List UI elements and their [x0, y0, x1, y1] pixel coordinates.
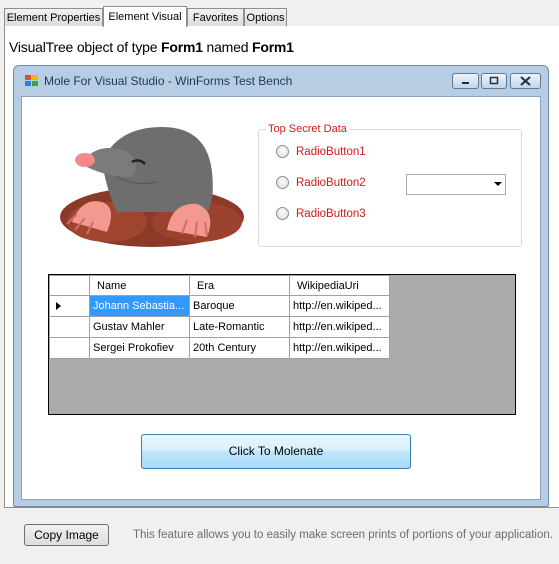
- current-row-icon: [56, 302, 61, 310]
- window-titlebar[interactable]: Mole For Visual Studio - WinForms Test B…: [14, 66, 548, 96]
- tab-options[interactable]: Options: [244, 8, 287, 27]
- close-button[interactable]: [510, 73, 541, 89]
- tab-label: Element Visual: [108, 11, 182, 23]
- window-title: Mole For Visual Studio - WinForms Test B…: [44, 74, 293, 88]
- radio-circle[interactable]: [276, 207, 289, 220]
- copy-image-button[interactable]: Copy Image: [24, 524, 109, 546]
- table-row[interactable]: Johann Sebastia... Baroque http://en.wik…: [49, 295, 390, 317]
- tab-element-visual[interactable]: Element Visual: [103, 6, 187, 27]
- grid-cell[interactable]: Late-Romantic: [189, 316, 290, 338]
- radio-button-3[interactable]: RadioButton3: [276, 207, 366, 220]
- radio-label[interactable]: RadioButton2: [296, 177, 366, 189]
- grid-cell[interactable]: http://en.wikiped...: [289, 316, 390, 338]
- grid-cell[interactable]: http://en.wikiped...: [289, 295, 390, 317]
- combo-box[interactable]: [406, 174, 506, 195]
- tab-label: Element Properties: [6, 12, 101, 24]
- maximize-button[interactable]: [481, 73, 507, 89]
- grid-cell[interactable]: Sergei Prokofiev: [89, 337, 190, 359]
- tab-strip: Element Properties Element Visual Favori…: [4, 6, 555, 27]
- grid-corner-cell[interactable]: [49, 275, 90, 296]
- form-window: Mole For Visual Studio - WinForms Test B…: [13, 65, 549, 507]
- minimize-button[interactable]: [452, 73, 479, 89]
- groupbox-legend: Top Secret Data: [266, 123, 349, 135]
- tab-element-properties[interactable]: Element Properties: [4, 8, 103, 27]
- grid-cell[interactable]: Gustav Mahler: [89, 316, 190, 338]
- table-row[interactable]: Gustav Mahler Late-Romantic http://en.wi…: [49, 316, 390, 338]
- molenate-button[interactable]: Click To Molenate: [141, 434, 411, 469]
- radio-button-2[interactable]: RadioButton2: [276, 176, 366, 189]
- column-header-era[interactable]: Era: [189, 275, 290, 296]
- tab-label: Options: [246, 12, 285, 24]
- grid-cell[interactable]: 20th Century: [189, 337, 290, 359]
- column-header-wikipediauri[interactable]: WikipediaUri: [289, 275, 390, 296]
- feature-hint-text: This feature allows you to easily make s…: [133, 529, 553, 541]
- radio-circle[interactable]: [276, 145, 289, 158]
- radio-label[interactable]: RadioButton1: [296, 146, 366, 158]
- row-header[interactable]: [49, 337, 90, 359]
- column-header-name[interactable]: Name: [89, 275, 190, 296]
- chevron-down-icon[interactable]: [494, 182, 502, 186]
- top-secret-groupbox: Top Secret Data RadioButton1 RadioButton…: [258, 123, 522, 247]
- tab-label: Favorites: [192, 12, 239, 24]
- form-client-area: Top Secret Data RadioButton1 RadioButton…: [21, 96, 541, 500]
- radio-label[interactable]: RadioButton3: [296, 208, 366, 220]
- close-icon: [520, 76, 531, 86]
- row-header[interactable]: [49, 295, 90, 317]
- title-middle: named: [202, 39, 252, 55]
- data-grid[interactable]: Name Era WikipediaUri Johann Sebastia...…: [48, 274, 516, 415]
- mole-illustration: [60, 127, 244, 247]
- grid-cell[interactable]: Baroque: [189, 295, 290, 317]
- grid-table: Name Era WikipediaUri Johann Sebastia...…: [49, 275, 390, 359]
- minimize-icon: [462, 82, 469, 84]
- table-row[interactable]: Sergei Prokofiev 20th Century http://en.…: [49, 337, 390, 359]
- title-prefix: VisualTree object of type: [9, 39, 161, 55]
- grid-header-row: Name Era WikipediaUri: [49, 275, 390, 296]
- radio-circle[interactable]: [276, 176, 289, 189]
- tab-favorites[interactable]: Favorites: [187, 8, 244, 27]
- row-header[interactable]: [49, 316, 90, 338]
- grid-cell[interactable]: Johann Sebastia...: [89, 295, 190, 317]
- radio-button-1[interactable]: RadioButton1: [276, 145, 366, 158]
- visual-tree-title: VisualTree object of type Form1 named Fo…: [9, 39, 294, 55]
- grid-cell[interactable]: http://en.wikiped...: [289, 337, 390, 359]
- app-icon: [25, 75, 38, 86]
- type-name: Form1: [161, 39, 203, 55]
- object-name: Form1: [251, 39, 294, 55]
- maximize-icon: [489, 76, 499, 85]
